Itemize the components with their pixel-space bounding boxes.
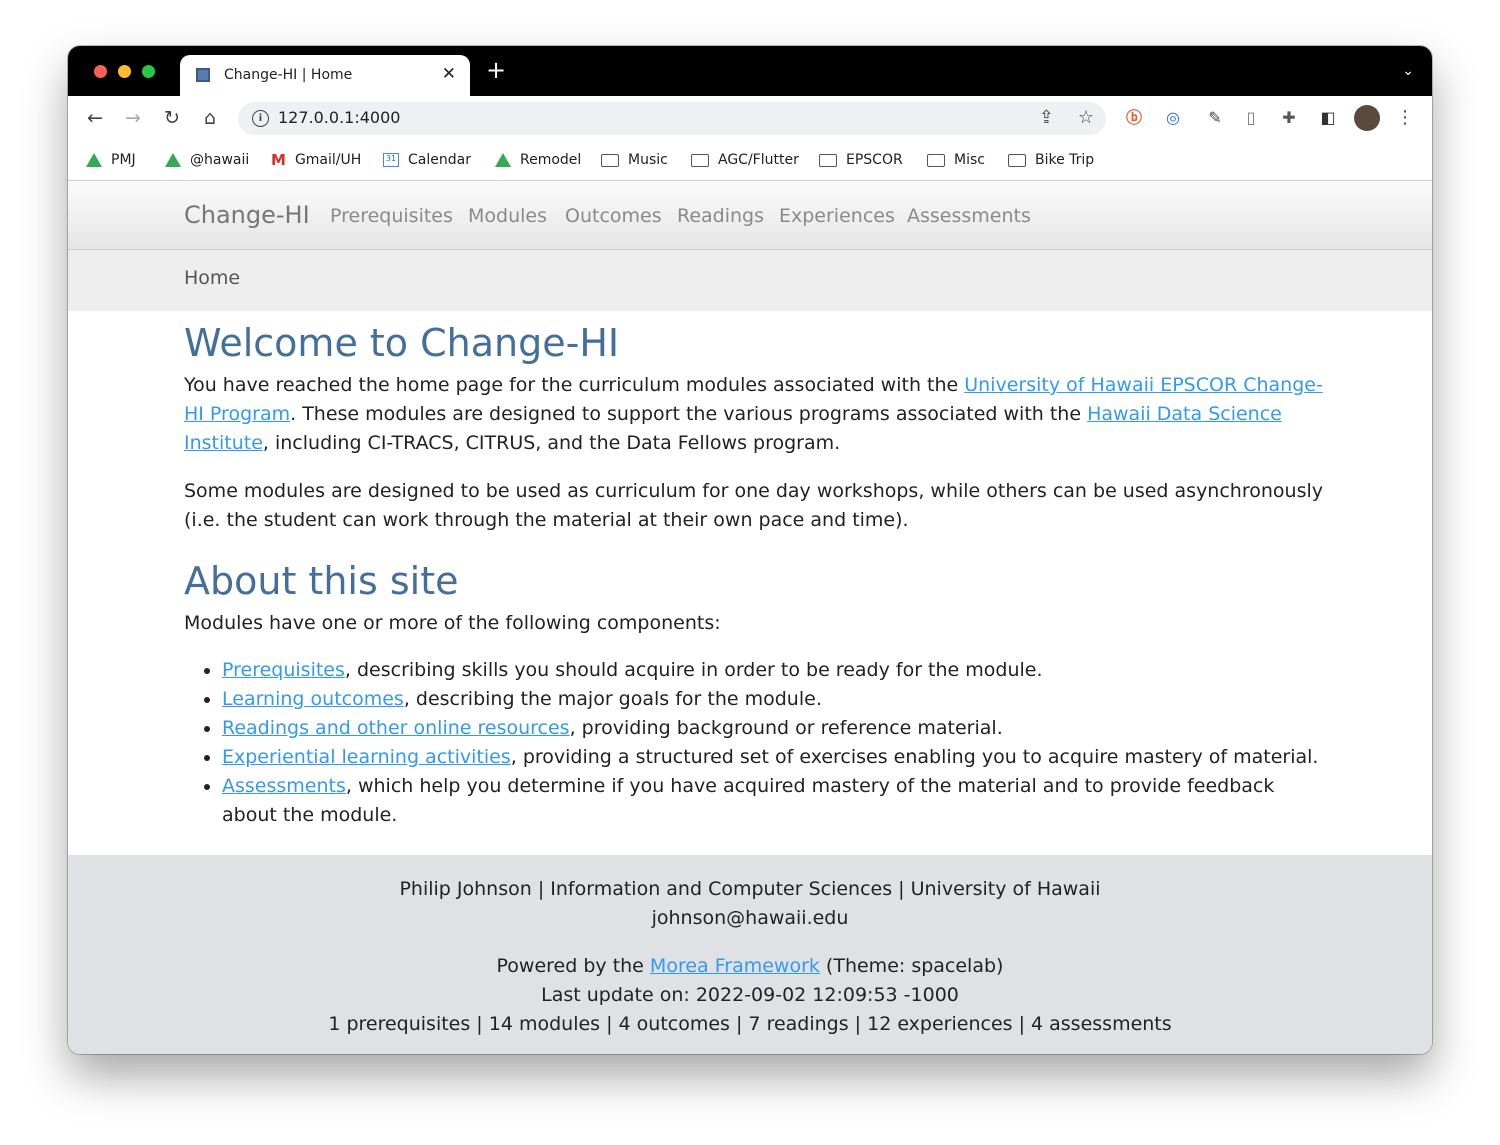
bookmark-pmj[interactable]: PMJ bbox=[86, 150, 136, 170]
breadcrumb-home: Home bbox=[184, 267, 241, 289]
bookmark-epscor[interactable]: EPSCOR bbox=[819, 150, 903, 170]
extension-password-icon[interactable]: ◎ bbox=[1162, 107, 1184, 129]
extension-b-icon[interactable]: ⓑ bbox=[1123, 107, 1145, 129]
avatar[interactable] bbox=[1354, 105, 1380, 131]
nav-experiences[interactable]: Experiences bbox=[779, 205, 895, 227]
menu-kebab-icon[interactable]: ⋮ bbox=[1394, 107, 1416, 129]
drive-icon bbox=[495, 153, 511, 167]
list-item: Learning outcomes, describing the major … bbox=[222, 685, 1324, 714]
bookmarks-bar: PMJ @hawaii M Gmail/UH 31 Calendar Remodel… bbox=[68, 140, 1432, 181]
puzzle-extensions-icon[interactable]: ✚ bbox=[1278, 107, 1300, 129]
list-item: Experiential learning activities, provid… bbox=[222, 743, 1324, 772]
bookmark-calendar[interactable]: 31 Calendar bbox=[383, 150, 471, 170]
document-icon[interactable]: ▯ bbox=[1240, 107, 1262, 129]
web-page: Change-HI Prerequisites Modules Outcomes… bbox=[68, 181, 1432, 1054]
folder-icon bbox=[691, 153, 709, 167]
bookmark-gmail-uh[interactable]: M Gmail/UH bbox=[271, 150, 361, 170]
forward-icon[interactable]: → bbox=[120, 105, 146, 131]
reload-icon[interactable]: ↻ bbox=[159, 105, 185, 131]
drive-icon bbox=[86, 153, 102, 167]
back-icon[interactable]: ← bbox=[82, 105, 108, 131]
nav-prerequisites[interactable]: Prerequisites bbox=[330, 205, 453, 227]
breadcrumb: Home bbox=[68, 250, 1432, 311]
bookmark-remodel[interactable]: Remodel bbox=[495, 150, 581, 170]
site-footer: Philip Johnson | Information and Compute… bbox=[68, 855, 1432, 1054]
gmail-icon: M bbox=[271, 151, 286, 169]
calendar-icon: 31 bbox=[383, 153, 399, 167]
tab-title: Change-HI | Home bbox=[224, 67, 353, 83]
nav-assessments[interactable]: Assessments bbox=[907, 205, 1031, 227]
close-window-button[interactable] bbox=[94, 65, 107, 78]
footer-credits: Philip Johnson | Information and Compute… bbox=[399, 878, 1101, 900]
folder-icon bbox=[927, 153, 945, 167]
minimize-window-button[interactable] bbox=[118, 65, 131, 78]
components-intro: Modules have one or more of the followin… bbox=[184, 612, 721, 634]
prerequisites-link[interactable]: Prerequisites bbox=[222, 659, 345, 681]
list-item: Prerequisites, describing skills you sho… bbox=[222, 656, 1324, 685]
url-text[interactable]: 127.0.0.1:4000 bbox=[278, 108, 400, 127]
browser-window: Change-HI | Home ✕ + ⌄ ← → ↻ ⌂ i 127.0.0… bbox=[68, 46, 1432, 1054]
active-tab[interactable]: Change-HI | Home ✕ bbox=[180, 55, 470, 96]
bookmark-agc-flutter[interactable]: AGC/Flutter bbox=[691, 150, 799, 170]
share-icon[interactable]: ⇪ bbox=[1039, 107, 1054, 128]
bookmark-bike-trip[interactable]: Bike Trip bbox=[1008, 150, 1094, 170]
browser-toolbar: ← → ↻ ⌂ i 127.0.0.1:4000 ⇪ ☆ ⓑ ◎ ✎ ▯ ✚ ◧… bbox=[68, 96, 1432, 140]
main-content: Welcome to Change-HI You have reached th… bbox=[184, 319, 1324, 830]
nav-outcomes[interactable]: Outcomes bbox=[565, 205, 662, 227]
tab-strip: Change-HI | Home ✕ + ⌄ bbox=[68, 46, 1432, 96]
new-tab-icon[interactable]: + bbox=[486, 58, 506, 82]
site-brand[interactable]: Change-HI bbox=[184, 201, 310, 229]
eyedropper-icon[interactable]: ✎ bbox=[1204, 107, 1226, 129]
morea-framework-link[interactable]: Morea Framework bbox=[650, 955, 820, 977]
favicon-icon bbox=[196, 68, 210, 82]
footer-stats: 1 prerequisites | 14 modules | 4 outcome… bbox=[328, 1013, 1172, 1035]
site-navbar: Change-HI Prerequisites Modules Outcomes… bbox=[68, 181, 1432, 250]
bookmark-star-icon[interactable]: ☆ bbox=[1078, 107, 1094, 128]
components-list: Prerequisites, describing skills you sho… bbox=[184, 656, 1324, 830]
footer-email: johnson@hawaii.edu bbox=[651, 907, 849, 929]
workshop-paragraph: Some modules are designed to be used as … bbox=[184, 480, 1323, 531]
folder-icon bbox=[819, 153, 837, 167]
nav-modules[interactable]: Modules bbox=[468, 205, 547, 227]
drive-icon bbox=[165, 153, 181, 167]
footer-powered-by: Powered by the Morea Framework (Theme: s… bbox=[496, 955, 1004, 977]
nav-readings[interactable]: Readings bbox=[677, 205, 764, 227]
close-tab-icon[interactable]: ✕ bbox=[442, 64, 456, 84]
side-panel-icon[interactable]: ◧ bbox=[1317, 107, 1339, 129]
folder-icon bbox=[1008, 153, 1026, 167]
chevron-down-icon[interactable]: ⌄ bbox=[1402, 63, 1414, 79]
readings-link[interactable]: Readings and other online resources bbox=[222, 717, 570, 739]
page-title: Welcome to Change-HI bbox=[184, 321, 620, 365]
home-icon[interactable]: ⌂ bbox=[197, 105, 223, 131]
footer-last-update: Last update on: 2022-09-02 12:09:53 -100… bbox=[541, 984, 959, 1006]
bookmark-music[interactable]: Music bbox=[601, 150, 668, 170]
site-info-icon[interactable]: i bbox=[252, 110, 269, 127]
list-item: Assessments, which help you determine if… bbox=[222, 772, 1324, 830]
assessments-link[interactable]: Assessments bbox=[222, 775, 346, 797]
about-heading: About this site bbox=[184, 559, 459, 603]
bookmark-hawaii[interactable]: @hawaii bbox=[165, 150, 249, 170]
learning-outcomes-link[interactable]: Learning outcomes bbox=[222, 688, 404, 710]
experiential-activities-link[interactable]: Experiential learning activities bbox=[222, 746, 511, 768]
list-item: Readings and other online resources, pro… bbox=[222, 714, 1324, 743]
address-bar[interactable]: i 127.0.0.1:4000 ⇪ ☆ bbox=[238, 102, 1106, 135]
folder-icon bbox=[601, 153, 619, 167]
bookmark-misc[interactable]: Misc bbox=[927, 150, 985, 170]
maximize-window-button[interactable] bbox=[142, 65, 155, 78]
intro-paragraph: You have reached the home page for the c… bbox=[184, 374, 1323, 454]
